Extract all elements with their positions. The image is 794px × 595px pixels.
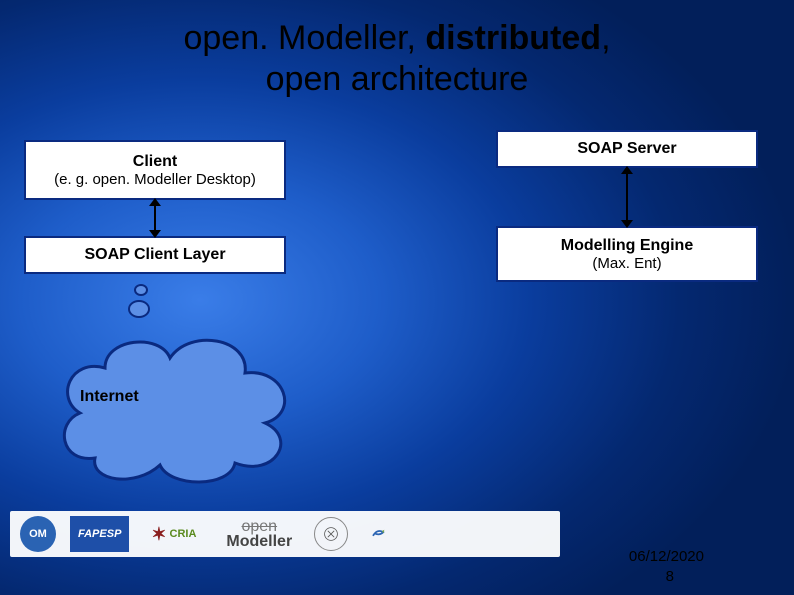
arrow-down-tip bbox=[149, 230, 161, 238]
engine-box: Modelling Engine (Max. Ent) bbox=[496, 226, 758, 282]
title-line1-a: open. Modeller, bbox=[183, 19, 425, 57]
logo-circle-1 bbox=[314, 517, 348, 551]
soap-server-label: SOAP Server bbox=[577, 140, 676, 158]
engine-label: Modelling Engine bbox=[561, 237, 693, 255]
bubble-2 bbox=[128, 300, 150, 318]
logo-fapesp: FAPESP bbox=[70, 516, 129, 552]
title-line1-c: , bbox=[601, 19, 610, 57]
arrow-server-engine-line bbox=[626, 170, 628, 224]
soap-server-box: SOAP Server bbox=[496, 130, 758, 168]
bubble-1 bbox=[134, 284, 148, 296]
title-line2: open architecture bbox=[266, 60, 529, 98]
internet-label: Internet bbox=[80, 388, 139, 406]
soap-client-label: SOAP Client Layer bbox=[84, 246, 225, 264]
logo-openmodeller: open Modeller bbox=[218, 516, 300, 552]
title-line1-b: distributed bbox=[425, 19, 601, 57]
client-sub: (e. g. open. Modeller Desktop) bbox=[54, 171, 256, 188]
arrow-up-tip-2 bbox=[621, 166, 633, 174]
logo-strip: OM FAPESP ✶CRIA open Modeller bbox=[10, 511, 560, 557]
soap-client-box: SOAP Client Layer bbox=[24, 236, 286, 274]
footer-date: 06/12/2020 bbox=[629, 548, 704, 565]
footer-page: 8 bbox=[666, 568, 674, 585]
client-box: Client (e. g. open. Modeller Desktop) bbox=[24, 140, 286, 200]
client-label: Client bbox=[133, 153, 177, 171]
logo-cria: ✶CRIA bbox=[143, 516, 204, 552]
engine-sub: (Max. Ent) bbox=[592, 255, 661, 272]
arrow-up-tip bbox=[149, 198, 161, 206]
arrow-down-tip-2 bbox=[621, 220, 633, 228]
slide-title: open. Modeller, distributed, open archit… bbox=[0, 0, 794, 100]
internet-cloud: Internet bbox=[50, 323, 300, 488]
logo-swirl bbox=[362, 516, 396, 552]
logo-om: OM bbox=[20, 516, 56, 552]
